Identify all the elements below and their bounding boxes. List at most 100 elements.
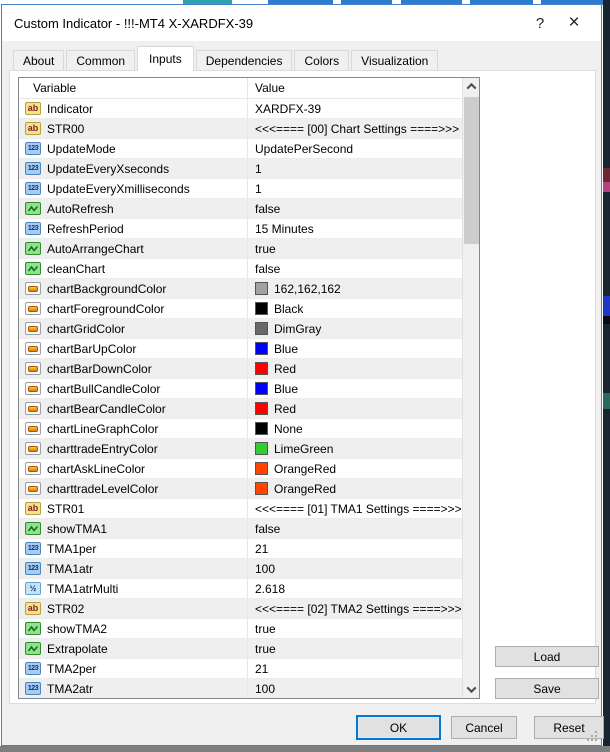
value-cell[interactable]: 15 Minutes xyxy=(248,219,462,238)
variable-cell[interactable]: chartAskLineColor xyxy=(19,459,248,478)
table-row[interactable]: chartAskLineColor OrangeRed xyxy=(19,459,462,479)
table-row[interactable]: ab STR00 <<<==== [00] Chart Settings ====>… xyxy=(19,119,462,139)
value-cell[interactable]: <<<==== [00] Chart Settings ====>>> xyxy=(248,119,462,138)
variable-cell[interactable]: 123 TMA1per xyxy=(19,539,248,558)
value-cell[interactable]: <<<==== [01] TMA1 Settings ====>>> xyxy=(248,499,462,518)
table-row[interactable]: chartLineGraphColor None xyxy=(19,419,462,439)
variable-cell[interactable]: ab STR02 xyxy=(19,599,248,618)
value-cell[interactable]: 1 xyxy=(248,179,462,198)
value-cell[interactable]: false xyxy=(248,519,462,538)
value-cell[interactable]: 21 xyxy=(248,539,462,558)
variable-cell[interactable]: chartBullCandleColor xyxy=(19,379,248,398)
value-cell[interactable]: DimGray xyxy=(248,319,462,338)
variable-cell[interactable]: 123 TMA2atr xyxy=(19,679,248,698)
table-row[interactable]: AutoRefresh false xyxy=(19,199,462,219)
variable-cell[interactable]: chartLineGraphColor xyxy=(19,419,248,438)
value-cell[interactable]: None xyxy=(248,419,462,438)
tab-about[interactable]: About xyxy=(13,50,65,71)
table-row[interactable]: 123 UpdateEveryXmilliseconds 1 xyxy=(19,179,462,199)
cancel-button[interactable]: Cancel xyxy=(451,716,517,739)
value-cell[interactable]: Red xyxy=(248,359,462,378)
variable-cell[interactable]: chartGridColor xyxy=(19,319,248,338)
tab-colors[interactable]: Colors xyxy=(294,50,350,71)
table-row[interactable]: chartBackgroundColor 162,162,162 xyxy=(19,279,462,299)
value-cell[interactable]: Red xyxy=(248,399,462,418)
scroll-up-button[interactable] xyxy=(463,78,480,95)
table-row[interactable]: showTMA2 true xyxy=(19,619,462,639)
variable-cell[interactable]: ab STR01 xyxy=(19,499,248,518)
value-cell[interactable]: LimeGreen xyxy=(248,439,462,458)
value-cell[interactable]: 1 xyxy=(248,159,462,178)
ok-button[interactable]: OK xyxy=(356,715,441,740)
table-row[interactable]: 123 UpdateEveryXseconds 1 xyxy=(19,159,462,179)
table-row[interactable]: charttradeLevelColor OrangeRed xyxy=(19,479,462,499)
column-header-variable[interactable]: Variable xyxy=(19,78,248,98)
variable-cell[interactable]: cleanChart xyxy=(19,259,248,278)
resize-grip-icon[interactable] xyxy=(587,731,597,741)
value-cell[interactable]: OrangeRed xyxy=(248,459,462,478)
value-cell[interactable]: XARDFX-39 xyxy=(248,99,462,118)
variable-cell[interactable]: chartBearCandleColor xyxy=(19,399,248,418)
variable-cell[interactable]: Extrapolate xyxy=(19,639,248,658)
table-row[interactable]: ab STR01 <<<==== [01] TMA1 Settings ====>>… xyxy=(19,499,462,519)
value-cell[interactable]: UpdatePerSecond xyxy=(248,139,462,158)
value-cell[interactable]: 2.618 xyxy=(248,579,462,598)
tab-common[interactable]: Common xyxy=(66,50,136,71)
table-row[interactable]: AutoArrangeChart true xyxy=(19,239,462,259)
scrollbar-thumb[interactable] xyxy=(464,97,479,244)
variable-cell[interactable]: charttradeEntryColor xyxy=(19,439,248,458)
value-cell[interactable]: 21 xyxy=(248,659,462,678)
value-cell[interactable]: Blue xyxy=(248,379,462,398)
tab-visualization[interactable]: Visualization xyxy=(351,50,439,71)
variable-cell[interactable]: 123 RefreshPeriod xyxy=(19,219,248,238)
value-cell[interactable]: true xyxy=(248,239,462,258)
table-row[interactable]: chartBearCandleColor Red xyxy=(19,399,462,419)
value-cell[interactable]: <<<==== [02] TMA2 Settings ====>>> xyxy=(248,599,462,618)
table-row[interactable]: showTMA1 false xyxy=(19,519,462,539)
save-button[interactable]: Save xyxy=(495,678,599,699)
variable-cell[interactable]: chartBarUpColor xyxy=(19,339,248,358)
variable-cell[interactable]: AutoArrangeChart xyxy=(19,239,248,258)
value-cell[interactable]: false xyxy=(248,259,462,278)
table-row[interactable]: chartForegroundColor Black xyxy=(19,299,462,319)
table-row[interactable]: chartBarUpColor Blue xyxy=(19,339,462,359)
table-row[interactable]: ab Indicator XARDFX-39 xyxy=(19,99,462,119)
variable-cell[interactable]: ab Indicator xyxy=(19,99,248,118)
variable-cell[interactable]: 123 UpdateEveryXseconds xyxy=(19,159,248,178)
value-cell[interactable]: Black xyxy=(248,299,462,318)
variable-cell[interactable]: showTMA1 xyxy=(19,519,248,538)
variable-cell[interactable]: chartBarDownColor xyxy=(19,359,248,378)
variable-cell[interactable]: 123 TMA1atr xyxy=(19,559,248,578)
vertical-scrollbar[interactable] xyxy=(462,78,479,698)
variable-cell[interactable]: chartBackgroundColor xyxy=(19,279,248,298)
table-row[interactable]: chartBarDownColor Red xyxy=(19,359,462,379)
table-row[interactable]: ab STR02 <<<==== [02] TMA2 Settings ====>>… xyxy=(19,599,462,619)
table-row[interactable]: chartBullCandleColor Blue xyxy=(19,379,462,399)
value-cell[interactable]: 100 xyxy=(248,679,462,698)
value-cell[interactable]: 162,162,162 xyxy=(248,279,462,298)
table-row[interactable]: 123 RefreshPeriod 15 Minutes xyxy=(19,219,462,239)
table-row[interactable]: chartGridColor DimGray xyxy=(19,319,462,339)
variable-cell[interactable]: 123 UpdateEveryXmilliseconds xyxy=(19,179,248,198)
variable-cell[interactable]: 123 UpdateMode xyxy=(19,139,248,158)
tab-dependencies[interactable]: Dependencies xyxy=(195,50,293,71)
tab-inputs[interactable]: Inputs xyxy=(137,46,194,71)
table-row[interactable]: 123 TMA1per 21 xyxy=(19,539,462,559)
table-row[interactable]: Extrapolate true xyxy=(19,639,462,659)
variable-cell[interactable]: chartForegroundColor xyxy=(19,299,248,318)
variable-cell[interactable]: ½ TMA1atrMulti xyxy=(19,579,248,598)
title-bar[interactable]: Custom Indicator - !!!-MT4 X-XARDFX-39 ?… xyxy=(2,5,601,41)
value-cell[interactable]: true xyxy=(248,619,462,638)
table-row[interactable]: 123 TMA1atr 100 xyxy=(19,559,462,579)
value-cell[interactable]: false xyxy=(248,199,462,218)
value-cell[interactable]: Blue xyxy=(248,339,462,358)
variable-cell[interactable]: showTMA2 xyxy=(19,619,248,638)
table-row[interactable]: 123 TMA2per 21 xyxy=(19,659,462,679)
table-row[interactable]: ½ TMA1atrMulti 2.618 xyxy=(19,579,462,599)
value-cell[interactable]: true xyxy=(248,639,462,658)
table-row[interactable]: cleanChart false xyxy=(19,259,462,279)
variable-cell[interactable]: ab STR00 xyxy=(19,119,248,138)
value-cell[interactable]: OrangeRed xyxy=(248,479,462,498)
close-button[interactable]: × xyxy=(557,8,591,38)
variable-cell[interactable]: AutoRefresh xyxy=(19,199,248,218)
